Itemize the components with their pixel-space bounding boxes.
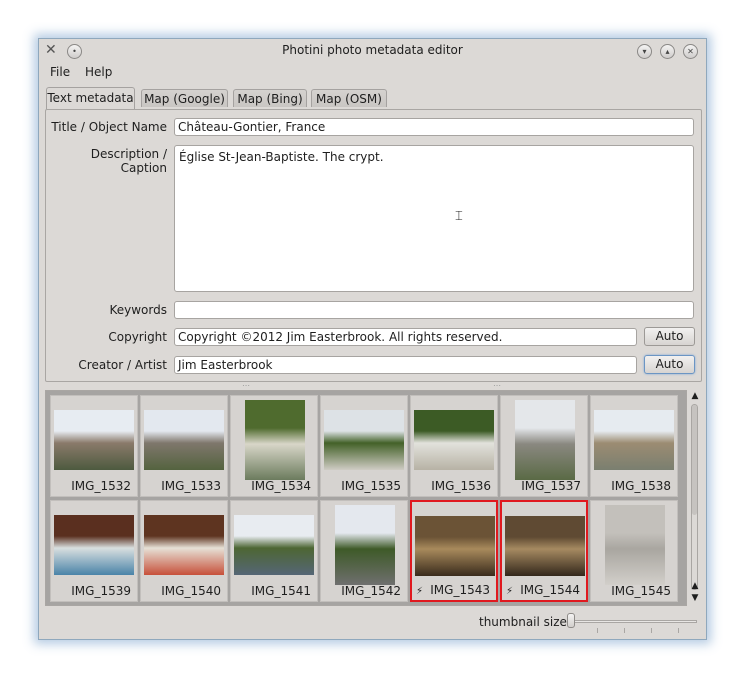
thumbnail-item[interactable]: IMG_1536: [410, 395, 498, 497]
main-window: ✕ • Photini photo metadata editor ▾ ▴ ✕ …: [38, 38, 707, 640]
creator-label: Creator / Artist: [78, 358, 167, 372]
thumbnail-grid[interactable]: IMG_1532 IMG_1533 IMG_1534 IMG_1535 IMG_1536…: [45, 390, 687, 606]
title-label: Title / Object Name: [51, 120, 167, 134]
title-bar[interactable]: ✕ • Photini photo metadata editor ▾ ▴ ✕: [39, 39, 706, 63]
description-field[interactable]: Église St-Jean-Baptiste. The crypt.: [174, 145, 694, 292]
copyright-auto-button[interactable]: Auto: [644, 327, 695, 346]
copyright-label: Copyright: [108, 330, 167, 344]
thumbnail-item[interactable]: IMG_1537: [500, 395, 588, 497]
thumbnail-item[interactable]: IMG_1532: [50, 395, 138, 497]
thumbnail-caption: IMG_1545: [611, 584, 671, 598]
thumbnail-item[interactable]: IMG_1545: [590, 500, 678, 602]
thumbnail-image: [54, 410, 134, 470]
scroll-down-icon-2[interactable]: ▼: [689, 592, 701, 604]
thumbnail-item[interactable]: IMG_1542: [320, 500, 408, 602]
menu-help[interactable]: Help: [85, 65, 112, 79]
thumbnail-caption: IMG_1537: [521, 479, 581, 493]
flash-icon: ⚡: [506, 586, 514, 597]
thumbnail-image: [144, 410, 224, 470]
window-title: Photini photo metadata editor: [282, 43, 463, 57]
thumbnail-size-slider[interactable]: [567, 613, 699, 633]
thumbnail-item[interactable]: ⚡ IMG_1544: [500, 500, 588, 602]
thumbnail-scrollbar[interactable]: ▲ ▲ ▼: [689, 390, 701, 606]
thumbnail-item[interactable]: ⚡ IMG_1543: [410, 500, 498, 602]
thumbnail-caption: IMG_1536: [431, 479, 491, 493]
thumbnail-image: [505, 516, 585, 576]
title-field[interactable]: Château-Gontier, France: [174, 118, 694, 136]
thumbnail-caption: IMG_1544: [520, 583, 580, 597]
thumbnail-item[interactable]: IMG_1533: [140, 395, 228, 497]
thumbnail-image: [594, 410, 674, 470]
scroll-thumb[interactable]: [692, 405, 697, 515]
tab-text-metadata[interactable]: Text metadata: [46, 87, 135, 109]
thumbnail-item[interactable]: IMG_1540: [140, 500, 228, 602]
thumbnail-image: [144, 515, 224, 575]
thumbnail-item[interactable]: IMG_1534: [230, 395, 318, 497]
thumbnail-item[interactable]: IMG_1539: [50, 500, 138, 602]
thumbnail-image: [335, 505, 395, 585]
thumbnail-image: [515, 400, 575, 480]
splitter-handle-right[interactable]: ⋯: [493, 381, 502, 390]
menu-file[interactable]: File: [50, 65, 70, 79]
thumbnail-image: [54, 515, 134, 575]
tab-map-osm[interactable]: Map (OSM): [311, 89, 387, 107]
maximize-icon[interactable]: ▴: [660, 44, 675, 59]
thumbnail-caption: IMG_1535: [341, 479, 401, 493]
slider-tick: [624, 628, 625, 633]
thumbnail-caption: IMG_1533: [161, 479, 221, 493]
thumbnail-caption: IMG_1532: [71, 479, 131, 493]
slider-tick: [597, 628, 598, 633]
tab-map-google[interactable]: Map (Google): [141, 89, 228, 107]
scroll-track[interactable]: [691, 404, 698, 590]
thumbnail-image: [234, 515, 314, 575]
thumbnail-caption: IMG_1538: [611, 479, 671, 493]
slider-handle[interactable]: [567, 613, 575, 628]
thumbnail-caption: IMG_1534: [251, 479, 311, 493]
thumbnail-image: [324, 410, 404, 470]
creator-field[interactable]: Jim Easterbrook: [174, 356, 637, 374]
splitter-handle-left[interactable]: ⋯: [242, 381, 251, 390]
thumbnail-item[interactable]: IMG_1541: [230, 500, 318, 602]
slider-tick: [651, 628, 652, 633]
thumbnail-caption: IMG_1542: [341, 584, 401, 598]
scroll-down-icon[interactable]: ▲: [689, 580, 701, 592]
keywords-field[interactable]: [174, 301, 694, 319]
thumbnail-caption: IMG_1543: [430, 583, 490, 597]
thumbnail-item[interactable]: IMG_1538: [590, 395, 678, 497]
creator-auto-button[interactable]: Auto: [644, 355, 695, 374]
thumbnail-size-label: thumbnail size:: [479, 615, 571, 629]
thumbnail-image: [245, 400, 305, 480]
thumbnail-image: [605, 505, 665, 585]
thumbnail-image: [414, 410, 494, 470]
flash-icon: ⚡: [416, 586, 424, 597]
scroll-up-icon[interactable]: ▲: [689, 390, 701, 402]
slider-track[interactable]: [569, 620, 697, 623]
slider-tick: [678, 628, 679, 633]
close-icon[interactable]: ✕: [683, 44, 698, 59]
description-label: Description / Caption: [90, 147, 167, 175]
thumbnail-item[interactable]: IMG_1535: [320, 395, 408, 497]
thumbnail-caption: IMG_1540: [161, 584, 221, 598]
thumbnail-caption: IMG_1541: [251, 584, 311, 598]
copyright-field[interactable]: Copyright ©2012 Jim Easterbrook. All rig…: [174, 328, 637, 346]
thumbnail-image: [415, 516, 495, 576]
minimize-icon[interactable]: ▾: [637, 44, 652, 59]
text-metadata-panel: Title / Object Name Château-Gontier, Fra…: [45, 109, 702, 382]
thumbnail-caption: IMG_1539: [71, 584, 131, 598]
keywords-label: Keywords: [109, 303, 167, 317]
text-cursor-icon: ⌶: [455, 209, 463, 224]
tab-map-bing[interactable]: Map (Bing): [233, 89, 307, 107]
